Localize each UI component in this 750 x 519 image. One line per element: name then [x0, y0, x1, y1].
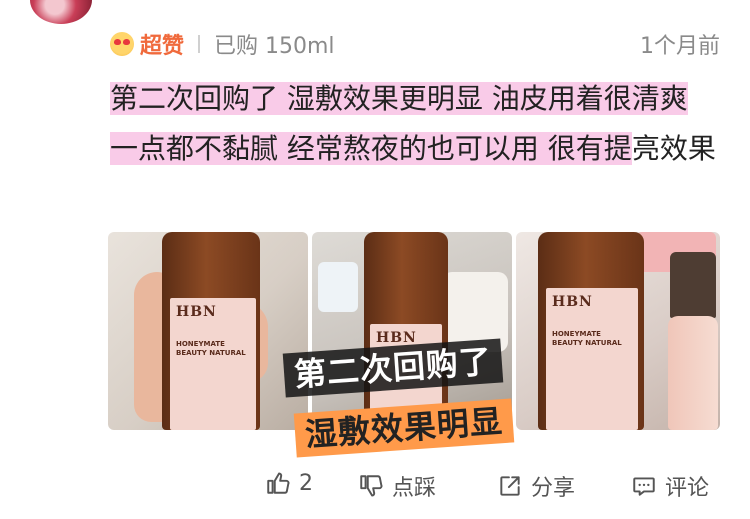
label-line-1: HONEYMATE: [176, 340, 225, 348]
review-text-plain: 亮效果: [631, 132, 716, 165]
heart-eyes-emoji-icon: [110, 32, 134, 56]
thumbs-up-icon: [267, 472, 290, 494]
share-icon: [500, 476, 520, 496]
action-bar: 2 点踩 分享 评论: [0, 470, 750, 510]
bottle-brand: HBN: [552, 294, 593, 310]
thumbs-down-icon: [360, 475, 383, 497]
like-button[interactable]: 2: [265, 470, 313, 496]
meta-divider: [198, 35, 201, 53]
label-line-2: BEAUTY NATURAL: [552, 339, 622, 347]
rating-label: 超赞: [140, 34, 185, 59]
purchase-info: 已购 150ml: [214, 34, 335, 59]
user-avatar[interactable]: [30, 0, 92, 24]
bottle-label: HBN HONEYMATE BEAUTY NATURAL: [546, 288, 638, 430]
label-line-1: HONEYMATE: [552, 330, 601, 338]
review-time: 1个月前: [640, 34, 720, 59]
serum-bottle: [668, 316, 718, 430]
review-photo-1[interactable]: HBN HONEYMATE BEAUTY NATURAL: [108, 232, 308, 430]
share-label: 分享: [531, 476, 576, 501]
review-photos: HBN HONEYMATE BEAUTY NATURAL HBN HBN HON…: [108, 232, 720, 430]
review-text-highlighted: 第二次回购了 湿敷效果更明显 油皮用着很清爽 一点都不黏腻 经常熬夜的也可以用 …: [110, 82, 688, 165]
dislike-button[interactable]: 点踩: [358, 470, 436, 502]
bottle-label: HBN HONEYMATE BEAUTY NATURAL: [170, 298, 256, 430]
review-text: 第二次回购了 湿敷效果更明显 油皮用着很清爽 一点都不黏腻 经常熬夜的也可以用 …: [110, 74, 720, 174]
serum-cap: [670, 252, 716, 318]
share-button[interactable]: 分享: [497, 470, 575, 502]
dislike-label: 点踩: [392, 476, 437, 501]
tissue-box: [318, 262, 358, 312]
comment-button[interactable]: 评论: [631, 470, 709, 502]
review-meta: 超赞 已购 150ml 1个月前: [110, 30, 720, 59]
label-line-2: BEAUTY NATURAL: [176, 349, 246, 357]
review-photo-3[interactable]: HBN HONEYMATE BEAUTY NATURAL: [516, 232, 720, 430]
comment-label: 评论: [665, 476, 710, 501]
bottle-brand: HBN: [176, 304, 217, 320]
like-count: 2: [299, 470, 313, 496]
comment-icon: [633, 477, 655, 496]
